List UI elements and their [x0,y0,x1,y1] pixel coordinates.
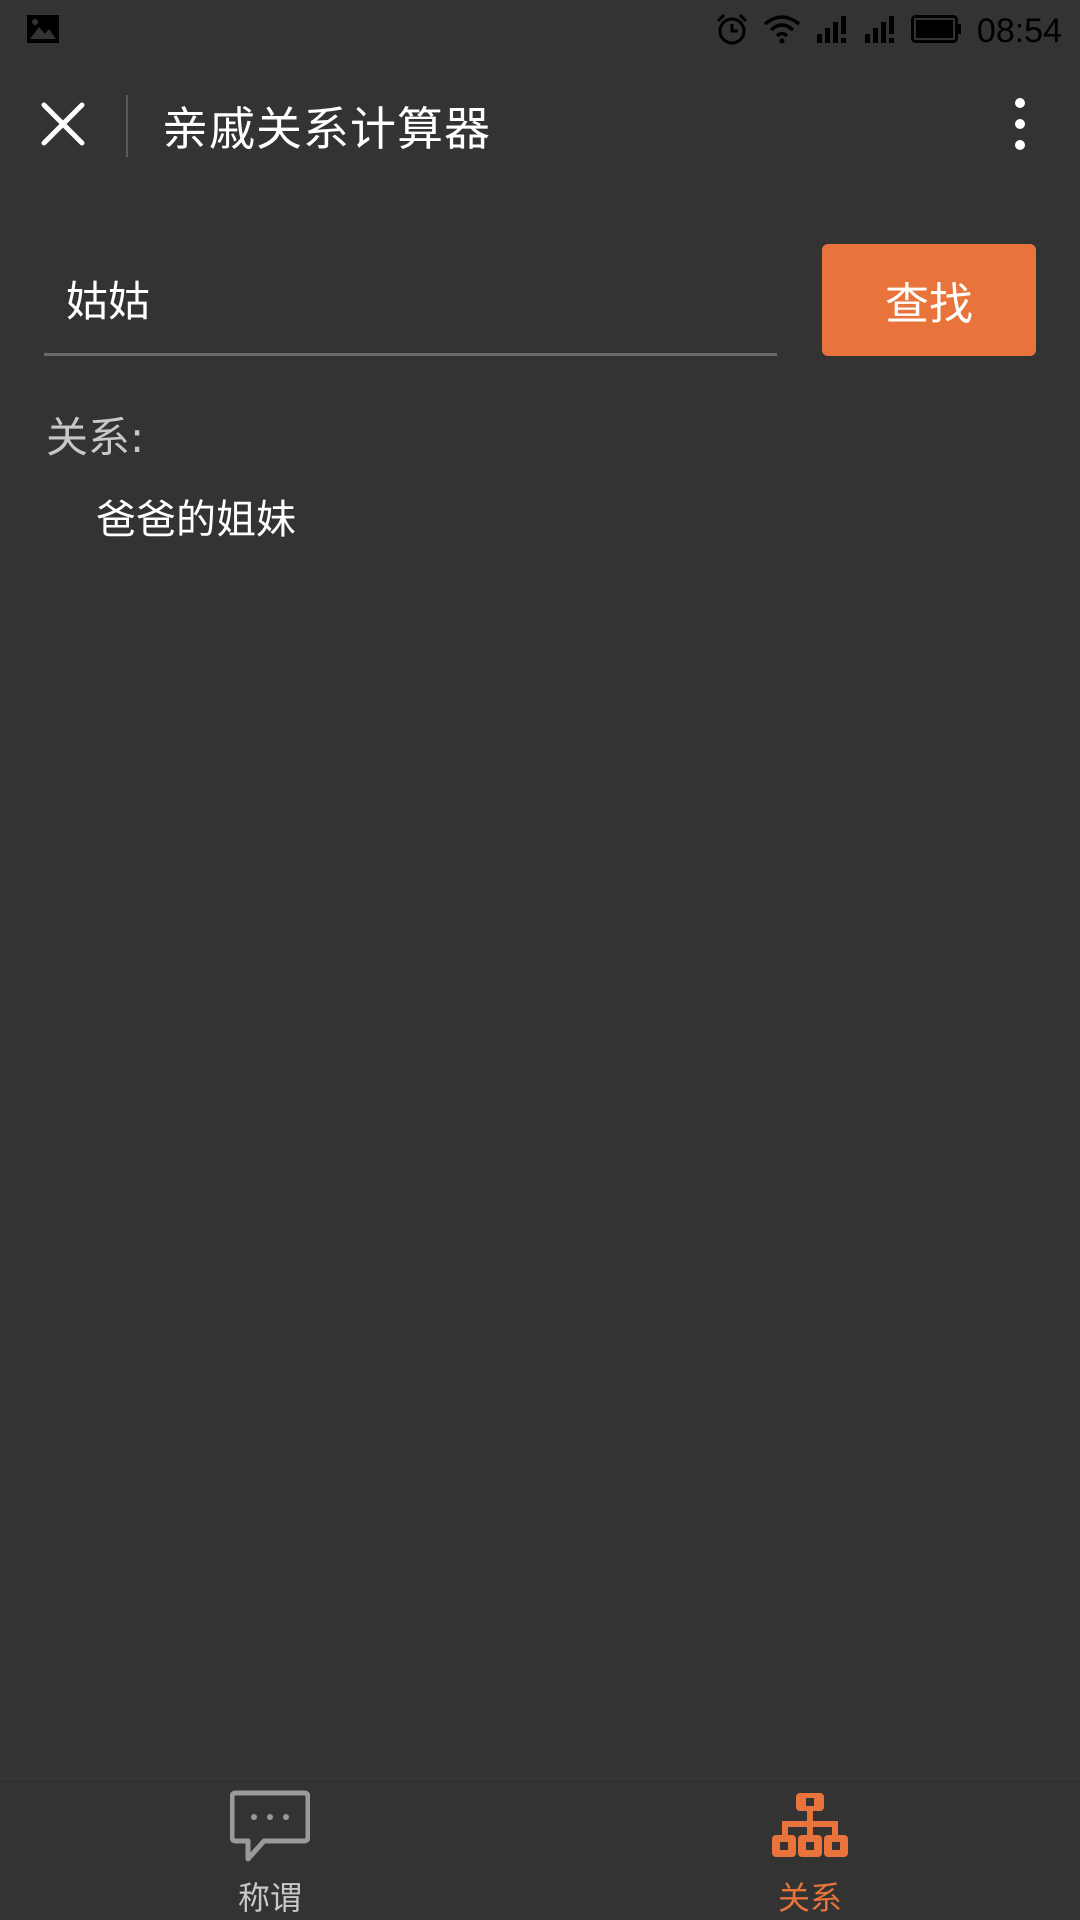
tab-titles[interactable]: 称谓 [0,1779,540,1920]
result-section: 关系: 爸爸的姐妹 [46,404,296,545]
alarm-icon [715,12,749,50]
title-bar: 亲戚关系计算器 [0,62,1080,190]
image-icon [26,14,60,48]
bottom-tab-bar: 称谓 关系 [0,1778,1080,1920]
signal-icon [815,14,849,48]
title-divider [126,95,128,157]
chat-bubble-icon [229,1789,311,1869]
signal-icon [863,14,897,48]
page-title: 亲戚关系计算器 [162,102,491,156]
status-time: 08:54 [976,11,1062,50]
tab-label-relations: 关系 [777,1879,842,1917]
result-label: 关系: [46,413,145,462]
search-input[interactable] [44,244,777,356]
search-button[interactable]: 查找 [822,244,1036,356]
close-icon [40,101,86,151]
tab-relations[interactable]: 关系 [540,1779,1080,1920]
status-bar: 08:54 [0,0,1080,62]
wifi-icon [763,14,801,48]
result-value: 爸爸的姐妹 [96,497,296,543]
more-options-button[interactable] [974,62,1066,190]
status-left [26,14,60,48]
search-row: 查找 [0,244,1080,358]
more-vertical-icon [1014,97,1026,155]
app-screen: 08:54 亲戚关系计算器 查找 [0,0,1080,1920]
close-button[interactable] [0,62,126,190]
battery-icon [910,15,963,47]
hierarchy-icon [770,1789,850,1869]
tab-label-titles: 称谓 [237,1879,302,1917]
status-right: 08:54 [715,12,1062,51]
